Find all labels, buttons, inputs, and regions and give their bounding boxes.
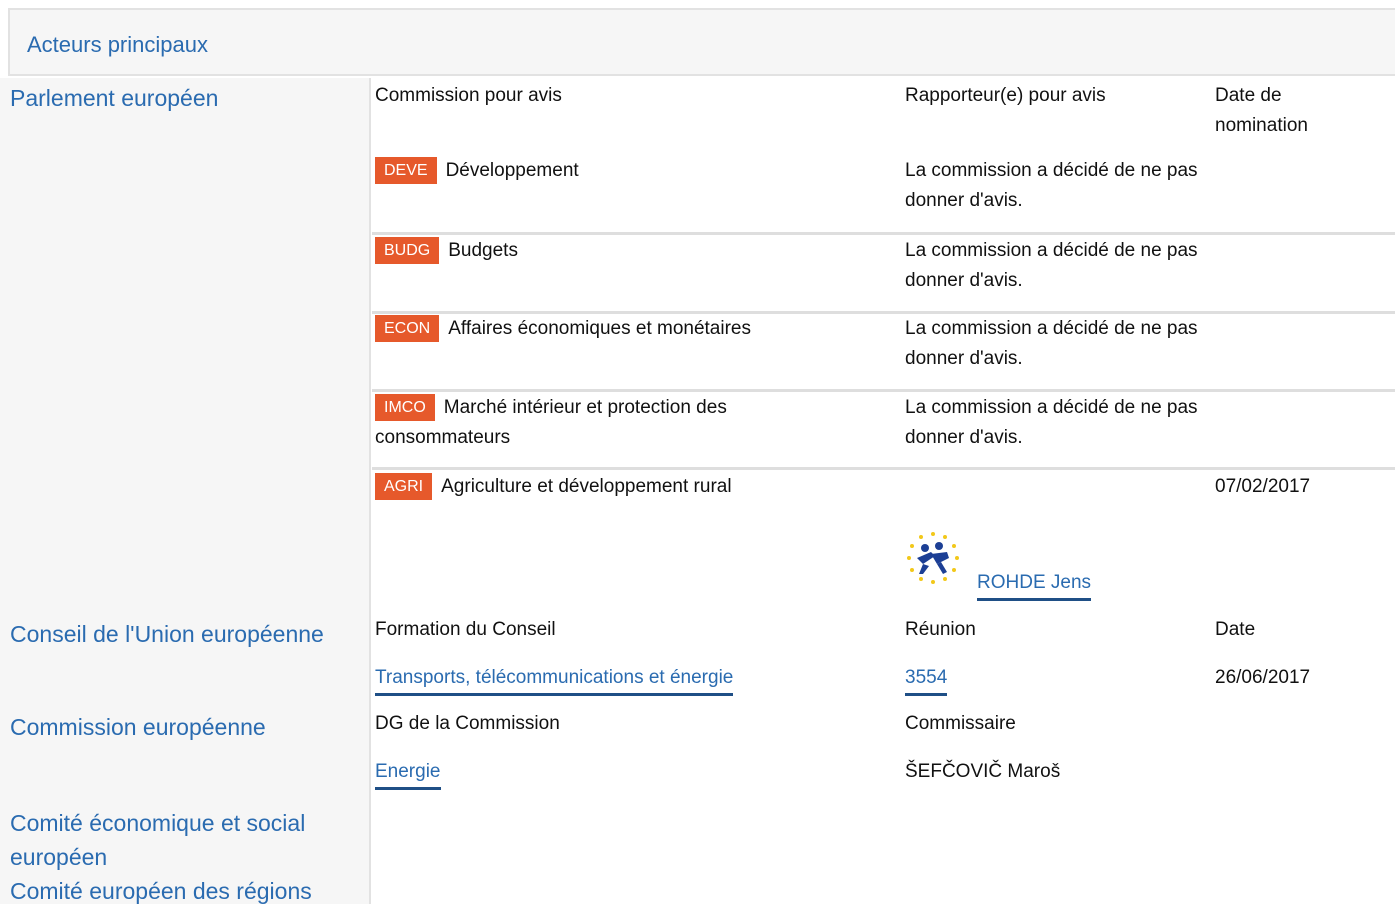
institution-cdr: Comité européen des régions (10, 878, 312, 904)
party-logo-icon (907, 532, 959, 584)
committee-name: Agriculture et développement rural (441, 476, 732, 497)
committee-imco: IMCO Marché intérieur et protection des c… (375, 393, 795, 453)
section-title: Acteurs principaux (27, 32, 208, 57)
header-reunion: Réunion (905, 619, 976, 640)
header-commissaire: Commissaire (905, 713, 1016, 734)
institution-commission: Commission européenne (10, 714, 266, 740)
rapporteur-text: La commission a décidé de ne pas donner … (905, 397, 1198, 448)
committee-deve: DEVE Développement (375, 156, 885, 186)
committee-badge: IMCO (375, 394, 435, 421)
committee-badge: ECON (375, 315, 440, 342)
committee-name: Développement (445, 160, 579, 181)
rapporteur-text: La commission a décidé de ne pas donner … (905, 160, 1198, 211)
row-divider (372, 389, 1395, 392)
header-commission: Commission pour avis (375, 85, 562, 106)
committee-name: Affaires économiques et monétaires (448, 318, 751, 339)
committee-badge: BUDG (375, 237, 440, 264)
institutions-column: Parlement européen Conseil de l'Union eu… (0, 78, 371, 904)
rapporteur-link[interactable]: ROHDE Jens (977, 568, 1092, 601)
rapporteur-text: La commission a décidé de ne pas donner … (905, 318, 1198, 369)
rapporteur-text: La commission a décidé de ne pas donner … (905, 240, 1198, 291)
reunion-link[interactable]: 3554 (905, 663, 948, 696)
header-dg: DG de la Commission (375, 713, 560, 734)
header-rapporteur: Rapporteur(e) pour avis (905, 85, 1106, 106)
formation-link[interactable]: Transports, télécommunications et énergi… (375, 663, 734, 696)
header-formation: Formation du Conseil (375, 619, 556, 640)
committee-econ: ECON Affaires économiques et monétaires (375, 314, 885, 344)
row-divider (372, 232, 1395, 235)
conseil-date: 26/06/2017 (1215, 667, 1311, 688)
row-divider (372, 467, 1395, 470)
institution-cese: Comité économique et social européen (10, 810, 306, 870)
nomination-date: 07/02/2017 (1215, 476, 1311, 497)
institution-conseil: Conseil de l'Union européenne (10, 621, 324, 647)
commissaire-name: ŠEFČOVIČ Maroš (905, 761, 1061, 782)
committee-badge: DEVE (375, 157, 437, 184)
committee-badge: AGRI (375, 473, 433, 500)
section-header: Acteurs principaux (8, 8, 1395, 76)
header-date-nomination: Date de nomination (1215, 85, 1308, 136)
key-players-panel: Acteurs principaux Parlement européen Co… (0, 8, 1395, 904)
committee-budg: BUDG Budgets (375, 236, 885, 266)
committee-agri: AGRI Agriculture et développement rural (375, 472, 885, 502)
committee-name: Budgets (448, 240, 518, 261)
header-date: Date (1215, 619, 1256, 640)
institution-parlement: Parlement européen (10, 85, 219, 111)
dg-link[interactable]: Energie (375, 757, 441, 790)
